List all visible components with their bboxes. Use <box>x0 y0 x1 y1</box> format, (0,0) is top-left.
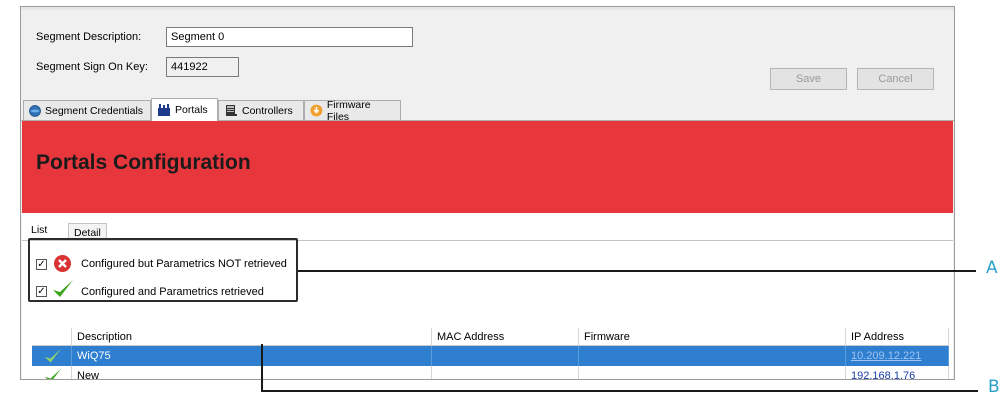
firmware-cell <box>579 346 846 366</box>
window-top-edge <box>21 7 954 10</box>
table-header: Description MAC Address Firmware IP Addr… <box>32 328 949 346</box>
status-cell <box>32 366 72 379</box>
status-column-header <box>32 328 72 346</box>
sign-on-key-label: Segment Sign On Key: <box>36 61 148 73</box>
description-cell: WiQ75 <box>72 346 432 366</box>
page-title: Portals Configuration <box>36 151 251 174</box>
tab-portals[interactable]: Portals <box>151 98 218 121</box>
ip-cell: 10.209.12.221 <box>846 346 949 366</box>
segment-description-input[interactable]: Segment 0 <box>166 27 413 47</box>
green-check-icon <box>44 348 62 363</box>
status-cell <box>32 346 72 366</box>
column-header-description[interactable]: Description <box>72 328 432 346</box>
save-button[interactable]: Save <box>770 68 847 90</box>
tab-label: Firmware Files <box>326 98 371 123</box>
ip-link[interactable]: 192.168.1.76 <box>851 370 915 379</box>
globe-icon <box>29 104 41 117</box>
callout-b-line <box>261 390 978 392</box>
green-check-icon <box>44 368 62 379</box>
table-row[interactable]: WiQ75 10.209.12.221 <box>32 346 949 366</box>
controller-icon <box>226 105 237 116</box>
callout-b-label: B <box>988 377 1000 397</box>
tab-label: Portals <box>175 104 208 116</box>
tab-firmware-files[interactable]: Firmware Files <box>304 98 401 123</box>
tab-controllers[interactable]: Controllers <box>218 100 304 120</box>
sign-on-key-field: 441922 <box>166 57 239 77</box>
column-header-ip[interactable]: IP Address <box>846 328 949 346</box>
column-header-firmware[interactable]: Firmware <box>579 328 846 346</box>
ip-link[interactable]: 10.209.12.221 <box>851 350 921 362</box>
callout-a-label: A <box>986 258 998 278</box>
column-header-mac[interactable]: MAC Address <box>432 328 579 346</box>
portal-icon <box>158 104 170 116</box>
callout-a-line <box>298 270 976 272</box>
mac-cell <box>432 366 579 379</box>
tab-label: Controllers <box>242 104 293 117</box>
firmware-cell <box>579 366 846 379</box>
portals-table: Description MAC Address Firmware IP Addr… <box>32 328 949 379</box>
segment-window: Segment Description: Segment 0 Segment S… <box>20 6 955 380</box>
tab-label: Segment Credentials <box>45 104 144 117</box>
callout-a-box <box>28 238 298 302</box>
mac-cell <box>432 346 579 366</box>
ip-cell: 192.168.1.76 <box>846 366 949 379</box>
table-row[interactable]: New 192.168.1.76 <box>32 366 949 379</box>
callout-b-stem <box>261 344 263 392</box>
firmware-icon <box>310 104 323 117</box>
cancel-button[interactable]: Cancel <box>857 68 934 90</box>
portals-banner: Portals Configuration <box>22 121 953 213</box>
tab-segment-credentials[interactable]: Segment Credentials <box>23 100 151 120</box>
description-cell: New <box>72 366 432 379</box>
segment-description-label: Segment Description: <box>36 31 142 43</box>
